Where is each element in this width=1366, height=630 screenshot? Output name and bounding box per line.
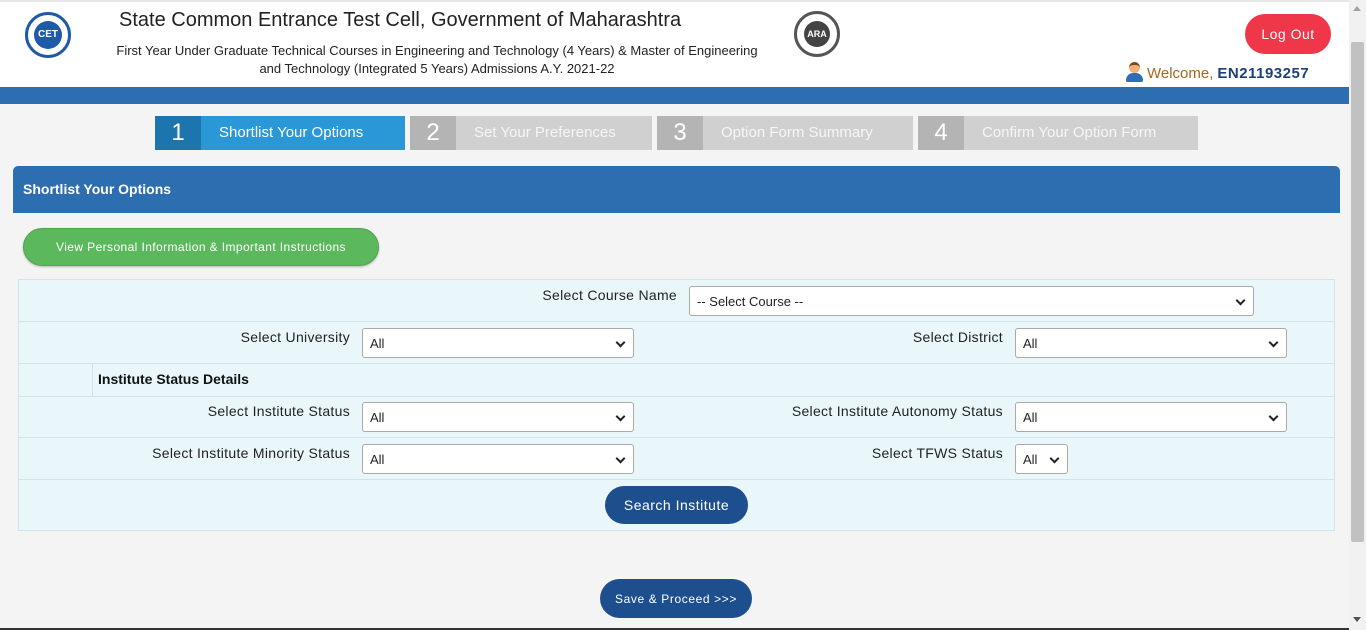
scroll-up-arrow-icon[interactable] — [1353, 6, 1361, 11]
welcome-label: Welcome, — [1147, 65, 1214, 82]
user-id: EN21193257 — [1217, 65, 1310, 82]
logout-button[interactable]: Log Out — [1245, 14, 1331, 54]
step-label: Set Your Preferences — [474, 124, 616, 141]
institute-status-select[interactable]: All — [362, 402, 634, 432]
step-set-preferences[interactable]: 2 Set Your Preferences — [410, 116, 652, 150]
panel-body: View Personal Information & Important In… — [13, 213, 1340, 630]
district-label: Select District — [912, 329, 1003, 345]
scroll-thumb[interactable] — [1351, 42, 1364, 542]
tfws-status-label: Select TFWS Status — [871, 445, 1003, 461]
institute-status-label: Select Institute Status — [207, 403, 350, 419]
chevron-down-icon — [615, 453, 626, 464]
minority-status-select-value: All — [370, 452, 385, 467]
district-select[interactable]: All — [1015, 328, 1287, 358]
header: CET State Common Entrance Test Cell, Gov… — [0, 0, 1349, 87]
welcome-message: Welcome, EN21193257 — [1125, 62, 1309, 84]
panel-header: Shortlist Your Options — [13, 166, 1340, 213]
cet-logo-text: CET — [34, 21, 62, 49]
minority-status-select[interactable]: All — [362, 444, 634, 474]
university-select-value: All — [370, 336, 385, 351]
cet-logo: CET — [25, 12, 71, 58]
autonomy-status-select-value: All — [1023, 410, 1038, 425]
step-option-form-summary[interactable]: 3 Option Form Summary — [657, 116, 913, 150]
step-label: Confirm Your Option Form — [982, 124, 1157, 141]
header-strip — [0, 87, 1349, 104]
chevron-down-icon — [615, 411, 626, 422]
autonomy-status-select[interactable]: All — [1015, 402, 1287, 432]
university-select[interactable]: All — [362, 328, 634, 358]
filter-form: Select Course Name -- Select Course -- S… — [18, 279, 1335, 531]
district-select-value: All — [1023, 336, 1038, 351]
course-label: Select Course Name — [542, 287, 677, 303]
tfws-status-select-value: All — [1023, 452, 1038, 467]
main-content: 1 Shortlist Your Options 2 Set Your Pref… — [0, 104, 1349, 630]
autonomy-status-label: Select Institute Autonomy Status — [791, 403, 1003, 419]
panel-title: Shortlist Your Options — [23, 181, 172, 197]
step-number: 3 — [657, 116, 703, 150]
scroll-down-arrow-icon[interactable] — [1353, 617, 1361, 622]
step-confirm-option-form[interactable]: 4 Confirm Your Option Form — [918, 116, 1198, 150]
institute-status-select-value: All — [370, 410, 385, 425]
step-number: 4 — [918, 116, 964, 150]
step-label: Option Form Summary — [721, 124, 873, 141]
institute-status-heading: Institute Status Details — [98, 371, 249, 387]
step-label: Shortlist Your Options — [219, 124, 364, 141]
university-label: Select University — [240, 329, 350, 345]
save-proceed-button[interactable]: Save & Proceed >>> — [600, 579, 752, 618]
step-shortlist-options[interactable]: 1 Shortlist Your Options — [155, 116, 405, 150]
step-number: 1 — [155, 116, 201, 150]
ara-logo-text: ARA — [804, 21, 830, 47]
chevron-down-icon — [1049, 453, 1060, 464]
chevron-down-icon — [615, 337, 626, 348]
ara-logo: ARA — [794, 11, 840, 57]
course-select-value: -- Select Course -- — [697, 294, 804, 309]
minority-status-label: Select Institute Minority Status — [152, 445, 350, 461]
user-icon — [1125, 62, 1143, 82]
page-title: State Common Entrance Test Cell, Governm… — [119, 9, 682, 31]
chevron-down-icon — [1268, 337, 1279, 348]
page-subtitle: First Year Under Graduate Technical Cour… — [116, 43, 758, 76]
chevron-down-icon — [1268, 411, 1279, 422]
view-personal-info-button[interactable]: View Personal Information & Important In… — [23, 228, 379, 266]
chevron-down-icon — [1235, 295, 1246, 306]
tfws-status-select[interactable]: All — [1015, 444, 1068, 474]
step-number: 2 — [410, 116, 456, 150]
vertical-scrollbar[interactable] — [1349, 0, 1366, 630]
page: CET State Common Entrance Test Cell, Gov… — [0, 0, 1366, 630]
course-select[interactable]: -- Select Course -- — [689, 286, 1254, 316]
search-institute-button[interactable]: Search Institute — [605, 486, 748, 524]
